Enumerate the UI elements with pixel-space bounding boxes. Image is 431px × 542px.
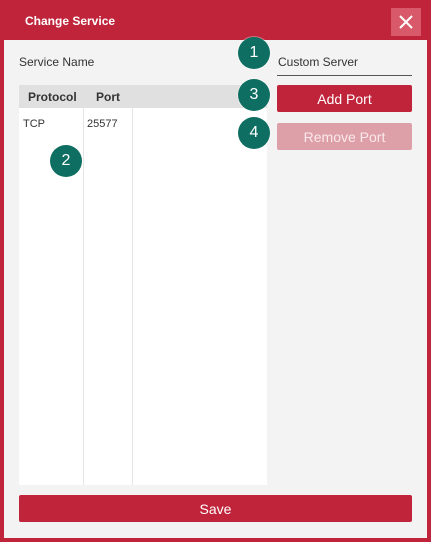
add-port-button[interactable]: Add Port [277, 85, 412, 112]
close-icon [399, 15, 413, 29]
table-header: Protocol Port [19, 85, 267, 108]
service-name-label: Service Name [19, 55, 95, 69]
callout-badge-1: 1 [238, 37, 270, 69]
column-divider [132, 108, 133, 485]
column-header-port[interactable]: Port [96, 90, 120, 104]
cell-port: 25577 [87, 118, 118, 130]
cell-protocol: TCP [23, 118, 45, 130]
callout-badge-2: 2 [50, 145, 82, 177]
close-button[interactable] [391, 8, 421, 36]
column-header-protocol[interactable]: Protocol [28, 90, 77, 104]
callout-badge-3: 3 [238, 79, 270, 111]
column-divider [83, 108, 84, 485]
dialog-title: Change Service [25, 14, 116, 28]
title-bar: Change Service [4, 4, 427, 40]
service-name-underline [277, 75, 412, 76]
callout-badge-4: 4 [238, 117, 270, 149]
remove-port-button[interactable]: Remove Port [277, 123, 412, 150]
change-service-dialog: Change Service Service Name Custom Serve… [0, 0, 431, 542]
save-button[interactable]: Save [19, 495, 412, 522]
service-name-field[interactable]: Custom Server [278, 55, 358, 69]
ports-table[interactable]: Protocol Port TCP 25577 [19, 85, 267, 485]
